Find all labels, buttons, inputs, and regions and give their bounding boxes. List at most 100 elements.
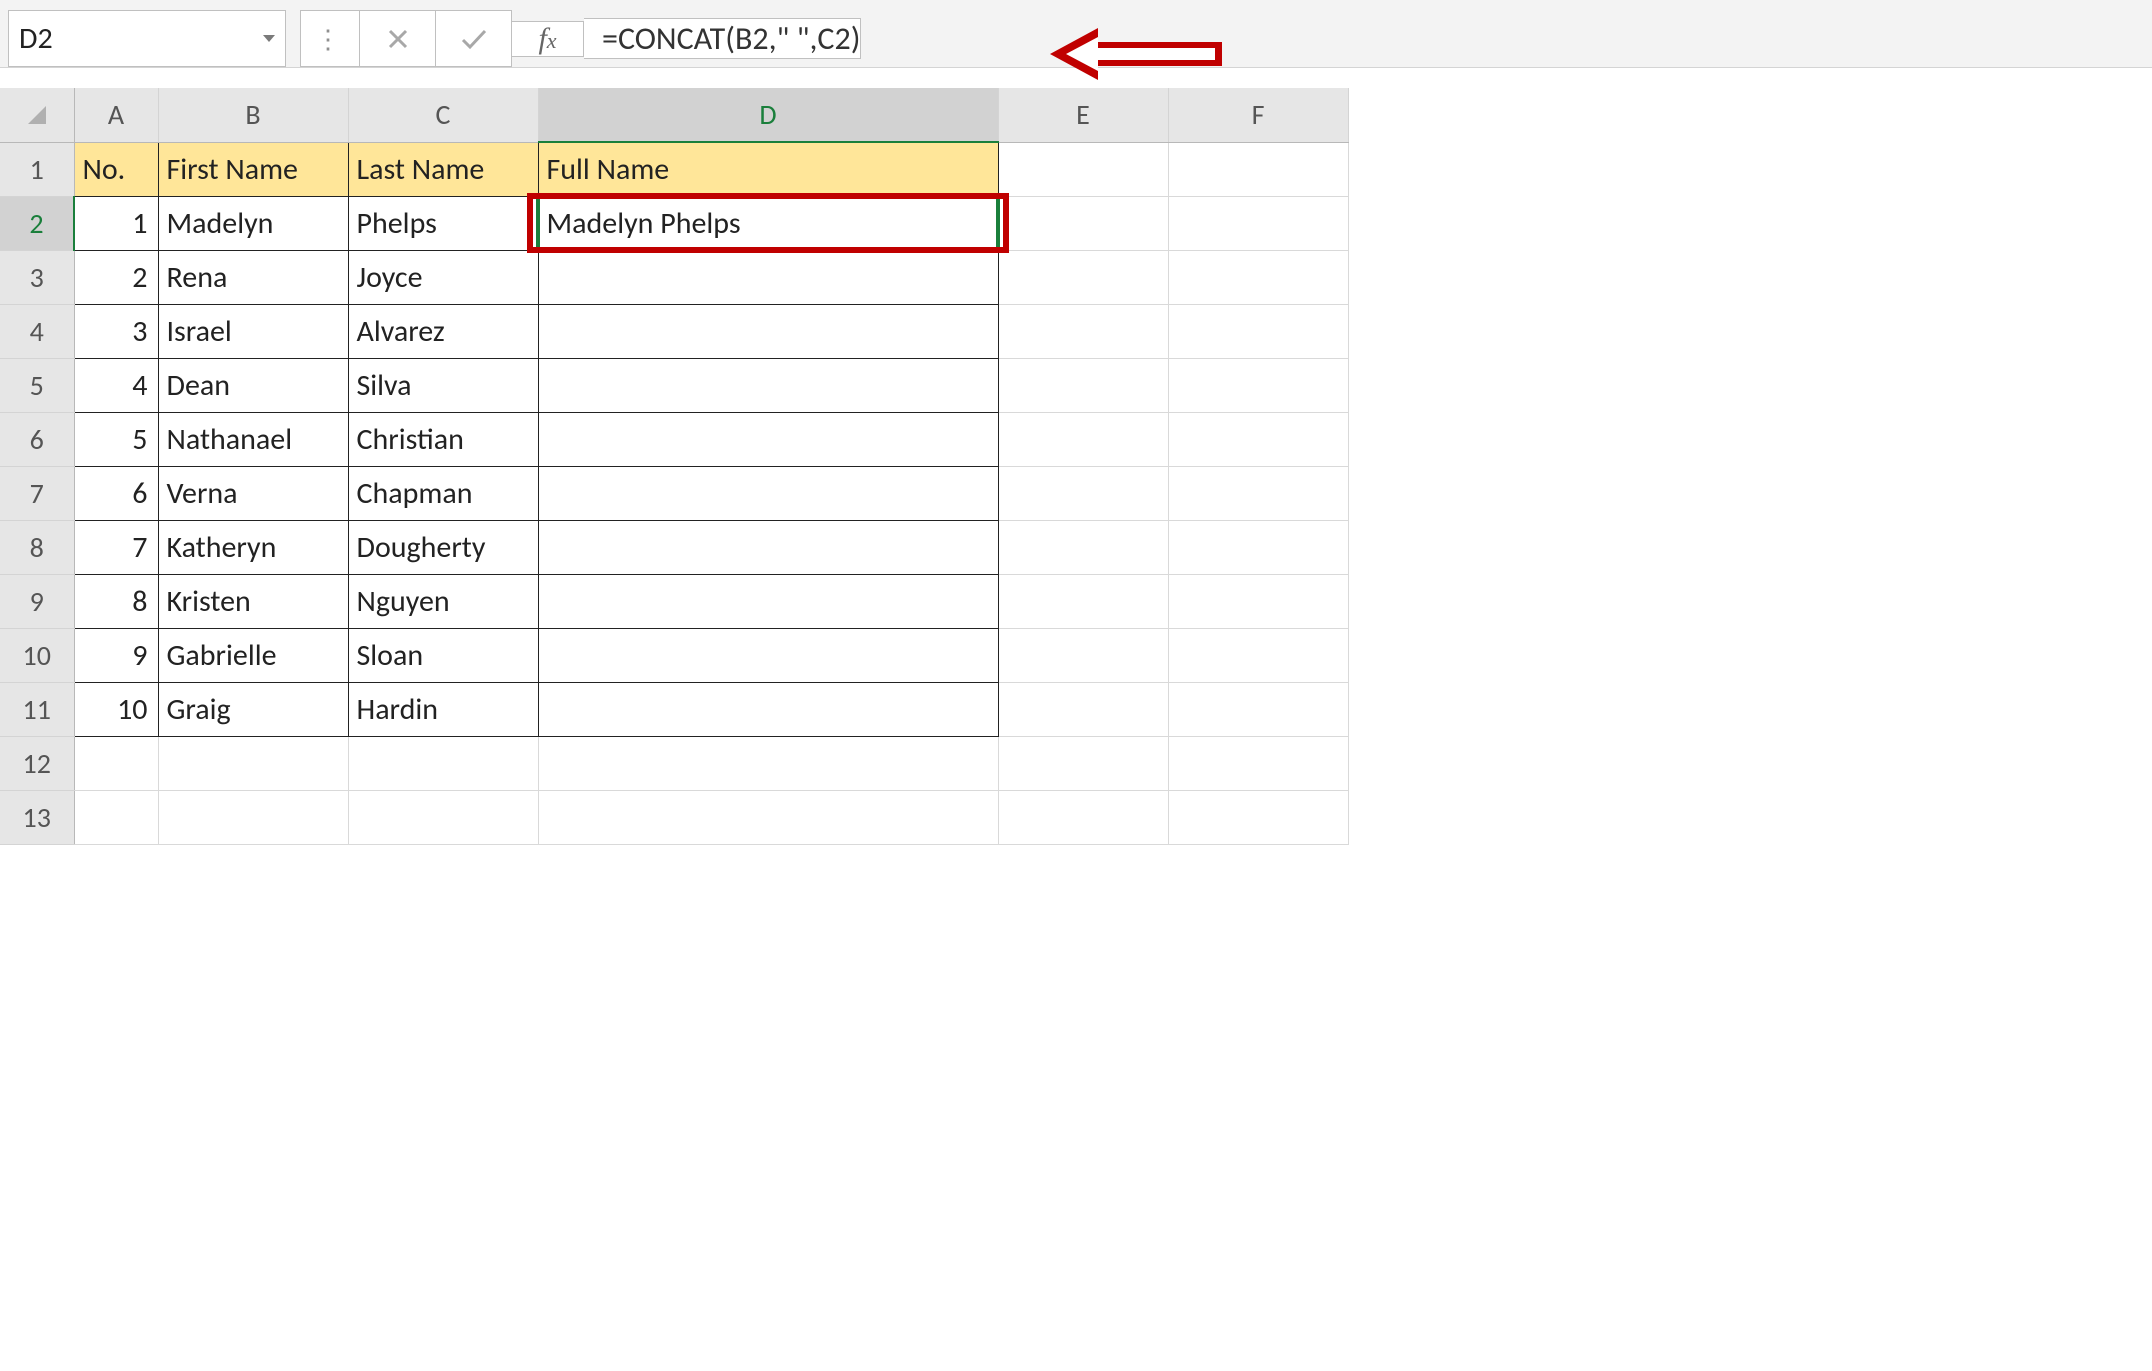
cell-F11[interactable] <box>1168 682 1348 736</box>
cell-E10[interactable] <box>998 628 1168 682</box>
enter-button[interactable] <box>436 10 512 67</box>
spreadsheet-grid[interactable]: A B C D E F 1 No. First Name Last Name F… <box>0 88 2152 845</box>
cell-E3[interactable] <box>998 250 1168 304</box>
name-box[interactable]: D2 <box>8 10 286 67</box>
cell-A12[interactable] <box>74 736 158 790</box>
cell-C6[interactable]: Christian <box>348 412 538 466</box>
cell-A13[interactable] <box>74 790 158 844</box>
cell-E11[interactable] <box>998 682 1168 736</box>
cell-E8[interactable] <box>998 520 1168 574</box>
row-header-3[interactable]: 3 <box>0 250 74 304</box>
cell-B9[interactable]: Kristen <box>158 574 348 628</box>
row-header-1[interactable]: 1 <box>0 142 74 196</box>
cell-A2[interactable]: 1 <box>74 196 158 250</box>
cell-D6[interactable] <box>538 412 998 466</box>
cell-A5[interactable]: 4 <box>74 358 158 412</box>
row-header-12[interactable]: 12 <box>0 736 74 790</box>
cell-B7[interactable]: Verna <box>158 466 348 520</box>
cell-A4[interactable]: 3 <box>74 304 158 358</box>
cell-F12[interactable] <box>1168 736 1348 790</box>
cell-F6[interactable] <box>1168 412 1348 466</box>
row-header-5[interactable]: 5 <box>0 358 74 412</box>
cell-C13[interactable] <box>348 790 538 844</box>
cell-B10[interactable]: Gabrielle <box>158 628 348 682</box>
col-header-B[interactable]: B <box>158 88 348 142</box>
cell-B11[interactable]: Graig <box>158 682 348 736</box>
cell-A9[interactable]: 8 <box>74 574 158 628</box>
col-header-C[interactable]: C <box>348 88 538 142</box>
row-header-9[interactable]: 9 <box>0 574 74 628</box>
cell-E13[interactable] <box>998 790 1168 844</box>
cell-E4[interactable] <box>998 304 1168 358</box>
cell-D12[interactable] <box>538 736 998 790</box>
cell-B2[interactable]: Madelyn <box>158 196 348 250</box>
cell-B13[interactable] <box>158 790 348 844</box>
cell-E1[interactable] <box>998 142 1168 196</box>
fx-label[interactable]: fx <box>512 21 584 57</box>
cell-A8[interactable]: 7 <box>74 520 158 574</box>
cell-D2[interactable]: Madelyn Phelps <box>538 196 998 250</box>
cell-A11[interactable]: 10 <box>74 682 158 736</box>
col-header-A[interactable]: A <box>74 88 158 142</box>
cell-B5[interactable]: Dean <box>158 358 348 412</box>
more-button[interactable]: ⋮ <box>300 10 360 67</box>
cell-A3[interactable]: 2 <box>74 250 158 304</box>
row-header-8[interactable]: 8 <box>0 520 74 574</box>
row-header-4[interactable]: 4 <box>0 304 74 358</box>
row-header-7[interactable]: 7 <box>0 466 74 520</box>
cell-D11[interactable] <box>538 682 998 736</box>
cell-C3[interactable]: Joyce <box>348 250 538 304</box>
cell-C8[interactable]: Dougherty <box>348 520 538 574</box>
col-header-E[interactable]: E <box>998 88 1168 142</box>
cell-B6[interactable]: Nathanael <box>158 412 348 466</box>
row-header-2[interactable]: 2 <box>0 196 74 250</box>
row-header-13[interactable]: 13 <box>0 790 74 844</box>
cell-A7[interactable]: 6 <box>74 466 158 520</box>
cell-D3[interactable] <box>538 250 998 304</box>
cell-D9[interactable] <box>538 574 998 628</box>
cell-B4[interactable]: Israel <box>158 304 348 358</box>
cell-F7[interactable] <box>1168 466 1348 520</box>
cell-C12[interactable] <box>348 736 538 790</box>
cell-E7[interactable] <box>998 466 1168 520</box>
cell-F10[interactable] <box>1168 628 1348 682</box>
cell-C5[interactable]: Silva <box>348 358 538 412</box>
cell-E5[interactable] <box>998 358 1168 412</box>
cell-C4[interactable]: Alvarez <box>348 304 538 358</box>
cell-C7[interactable]: Chapman <box>348 466 538 520</box>
cell-E6[interactable] <box>998 412 1168 466</box>
cancel-button[interactable] <box>360 10 436 67</box>
cell-C11[interactable]: Hardin <box>348 682 538 736</box>
cell-E12[interactable] <box>998 736 1168 790</box>
cell-D7[interactable] <box>538 466 998 520</box>
cell-B12[interactable] <box>158 736 348 790</box>
row-header-10[interactable]: 10 <box>0 628 74 682</box>
cell-A1[interactable]: No. <box>74 142 158 196</box>
cell-C10[interactable]: Sloan <box>348 628 538 682</box>
cell-E2[interactable] <box>998 196 1168 250</box>
cell-B8[interactable]: Katheryn <box>158 520 348 574</box>
cell-D8[interactable] <box>538 520 998 574</box>
formula-input[interactable]: =CONCAT(B2," ",C2) <box>584 18 861 59</box>
col-header-F[interactable]: F <box>1168 88 1348 142</box>
cell-D13[interactable] <box>538 790 998 844</box>
cell-F13[interactable] <box>1168 790 1348 844</box>
cell-E9[interactable] <box>998 574 1168 628</box>
cell-D5[interactable] <box>538 358 998 412</box>
cell-F2[interactable] <box>1168 196 1348 250</box>
cell-D4[interactable] <box>538 304 998 358</box>
cell-F9[interactable] <box>1168 574 1348 628</box>
row-header-11[interactable]: 11 <box>0 682 74 736</box>
cell-B1[interactable]: First Name <box>158 142 348 196</box>
cell-F3[interactable] <box>1168 250 1348 304</box>
select-all-corner[interactable] <box>0 88 74 142</box>
cell-D10[interactable] <box>538 628 998 682</box>
cell-A6[interactable]: 5 <box>74 412 158 466</box>
dropdown-icon[interactable] <box>263 35 275 42</box>
cell-D1[interactable]: Full Name <box>538 142 998 196</box>
cell-A10[interactable]: 9 <box>74 628 158 682</box>
cell-B3[interactable]: Rena <box>158 250 348 304</box>
cell-C1[interactable]: Last Name <box>348 142 538 196</box>
cell-F5[interactable] <box>1168 358 1348 412</box>
row-header-6[interactable]: 6 <box>0 412 74 466</box>
